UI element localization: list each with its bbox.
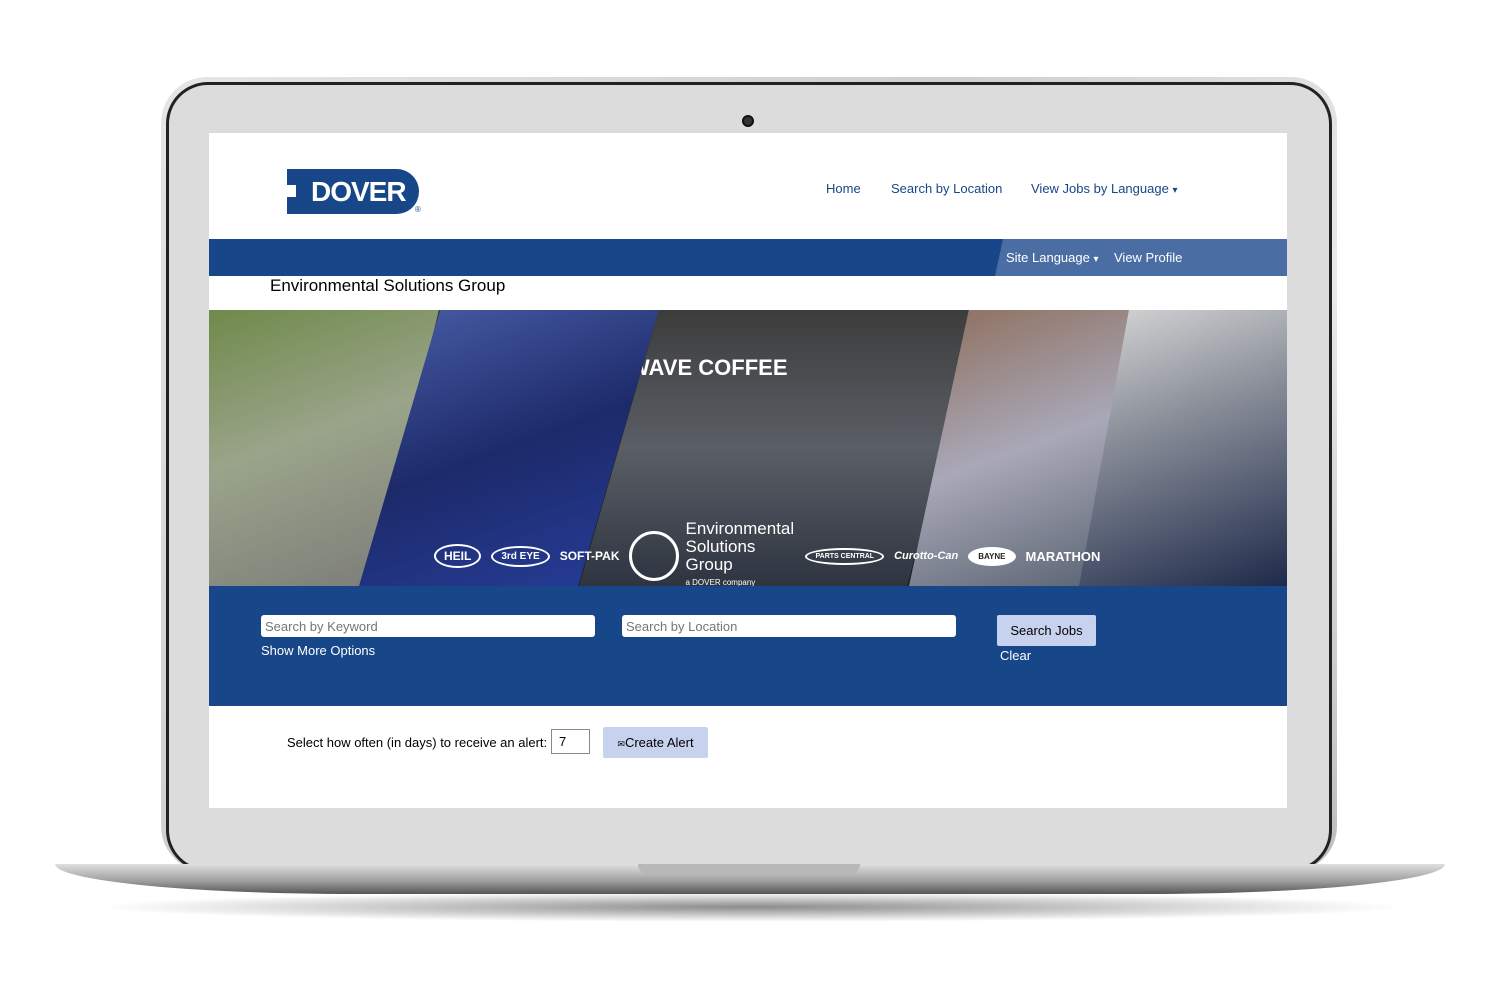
search-panel: Show More Options Search Jobs Clear <box>209 586 1287 706</box>
screen: DOVER ® Home Search by Location View Job… <box>209 133 1287 808</box>
create-alert-button[interactable]: ✉Create Alert <box>603 727 708 758</box>
registered-mark: ® <box>415 205 421 214</box>
alert-days-input[interactable] <box>551 729 590 754</box>
logo-bayne: BAYNE <box>968 546 1016 566</box>
nav-home[interactable]: Home <box>826 181 861 196</box>
nav-search-location[interactable]: Search by Location <box>891 181 1002 196</box>
logo-marathon: MARATHON <box>1025 548 1101 564</box>
chevron-down-icon: ▾ <box>1172 185 1178 196</box>
nav-jobs-language-label: View Jobs by Language <box>1031 181 1169 196</box>
logo-esg: Environmental Solutions Group a DOVER com… <box>629 520 795 586</box>
create-alert-label: Create Alert <box>624 735 694 750</box>
sub-nav-bar: Site Language ▾ View Profile <box>209 239 1287 276</box>
banner-sign: WAVE COFFEE <box>629 355 788 380</box>
keyword-search-input[interactable] <box>261 615 595 637</box>
view-profile-link[interactable]: View Profile <box>1114 250 1182 265</box>
brand-logos: HEIL 3rd EYE SOFT-PAK Environmental Solu… <box>434 520 1100 586</box>
camera-icon <box>742 115 754 127</box>
esg-emblem-icon <box>629 531 680 581</box>
search-jobs-button[interactable]: Search Jobs <box>997 615 1096 646</box>
dover-logo[interactable]: DOVER <box>287 169 419 214</box>
site-language-dropdown[interactable]: Site Language ▾ <box>1006 250 1099 265</box>
site-language-label: Site Language <box>1006 250 1090 265</box>
location-search-input[interactable] <box>622 615 956 637</box>
nav-jobs-language[interactable]: View Jobs by Language ▾ <box>1031 181 1177 196</box>
logo-3rd-eye: 3rd EYE <box>491 545 550 567</box>
logo-parts-central: PARTS CENTRAL <box>805 547 885 565</box>
laptop-shadow <box>90 892 1410 922</box>
chevron-down-icon: ▾ <box>1093 254 1099 265</box>
logo-heil: HEIL <box>434 544 482 568</box>
esg-tagline: a DOVER company <box>685 578 756 586</box>
esg-name: Environmental Solutions Group <box>685 519 795 574</box>
clear-link[interactable]: Clear <box>1000 648 1031 663</box>
alert-label: Select how often (in days) to receive an… <box>287 735 548 750</box>
envelope-icon: ✉ <box>617 739 625 749</box>
laptop-notch <box>638 864 860 874</box>
logo-soft-pak: SOFT-PAK <box>559 549 620 563</box>
show-more-options-link[interactable]: Show More Options <box>261 643 375 658</box>
hero-banner: WAVE COFFEE HEIL 3rd EYE SOFT-PAK Enviro… <box>209 310 1287 586</box>
page-title: Environmental Solutions Group <box>270 276 506 295</box>
logo-curotto-can: Curotto-Can <box>894 550 959 562</box>
